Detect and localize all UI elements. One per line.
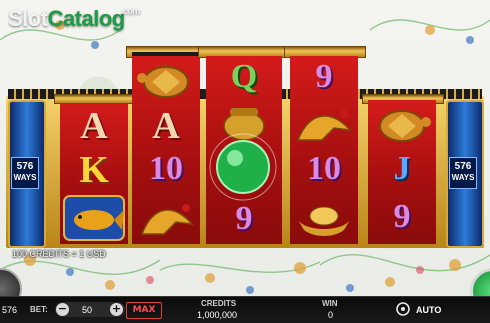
- credits-value: 1,000,000: [197, 310, 238, 320]
- auto-button[interactable]: AUTO: [416, 305, 441, 315]
- symbol-9: 9: [393, 198, 411, 235]
- left-ways-count: 576: [2, 305, 18, 315]
- credits-label: CREDITS: [201, 299, 237, 308]
- symbol-9: 9: [235, 200, 253, 237]
- bet-increase-button[interactable]: +: [110, 303, 123, 316]
- win-value: 0: [328, 310, 334, 320]
- logo-text-2: Catalog: [47, 6, 126, 31]
- win-label: WIN: [322, 299, 338, 308]
- crane-bird-icon: [296, 110, 352, 141]
- gold-ingot-icon: [298, 206, 350, 236]
- crane-bird-icon: [140, 204, 194, 235]
- bet-value: 50: [82, 305, 93, 315]
- right-ways-badge: 576 WAYS: [449, 157, 477, 189]
- right-ways-label: WAYS: [451, 173, 475, 182]
- max-bet-button[interactable]: MAX: [126, 302, 162, 319]
- left-ways-number: 576: [16, 161, 34, 172]
- bet-label: BET:: [30, 305, 48, 314]
- turtle-icon: [137, 66, 189, 98]
- symbol-9: 9: [315, 58, 333, 95]
- left-ways-label: WAYS: [13, 173, 37, 182]
- symbol-a: A: [152, 105, 180, 147]
- symbol-k: K: [79, 149, 109, 191]
- jade-orb-icon: [209, 133, 277, 201]
- credits-conversion-text: 100 CREDITS = 1 USD: [12, 249, 106, 259]
- symbol-q: Q: [230, 58, 258, 95]
- game-screen: SlotCatalog.com 576 WAYS 576 WAYS A K A …: [0, 0, 490, 323]
- turtle-icon: [379, 110, 431, 142]
- koi-fish-icon: [63, 195, 125, 241]
- logo-text-1: Slot: [8, 6, 48, 31]
- symbol-10: 10: [307, 150, 341, 187]
- symbol-10: 10: [149, 150, 183, 187]
- right-ways-number: 576: [454, 161, 472, 172]
- symbol-j: J: [393, 150, 411, 187]
- site-logo: SlotCatalog.com: [8, 6, 140, 32]
- logo-text-3: .com: [120, 6, 141, 16]
- reel-1-cap: [54, 94, 136, 104]
- bet-decrease-button[interactable]: −: [56, 303, 69, 316]
- symbol-a: A: [80, 105, 108, 147]
- autoplay-icon[interactable]: [396, 302, 410, 316]
- left-ways-badge: 576 WAYS: [11, 157, 39, 189]
